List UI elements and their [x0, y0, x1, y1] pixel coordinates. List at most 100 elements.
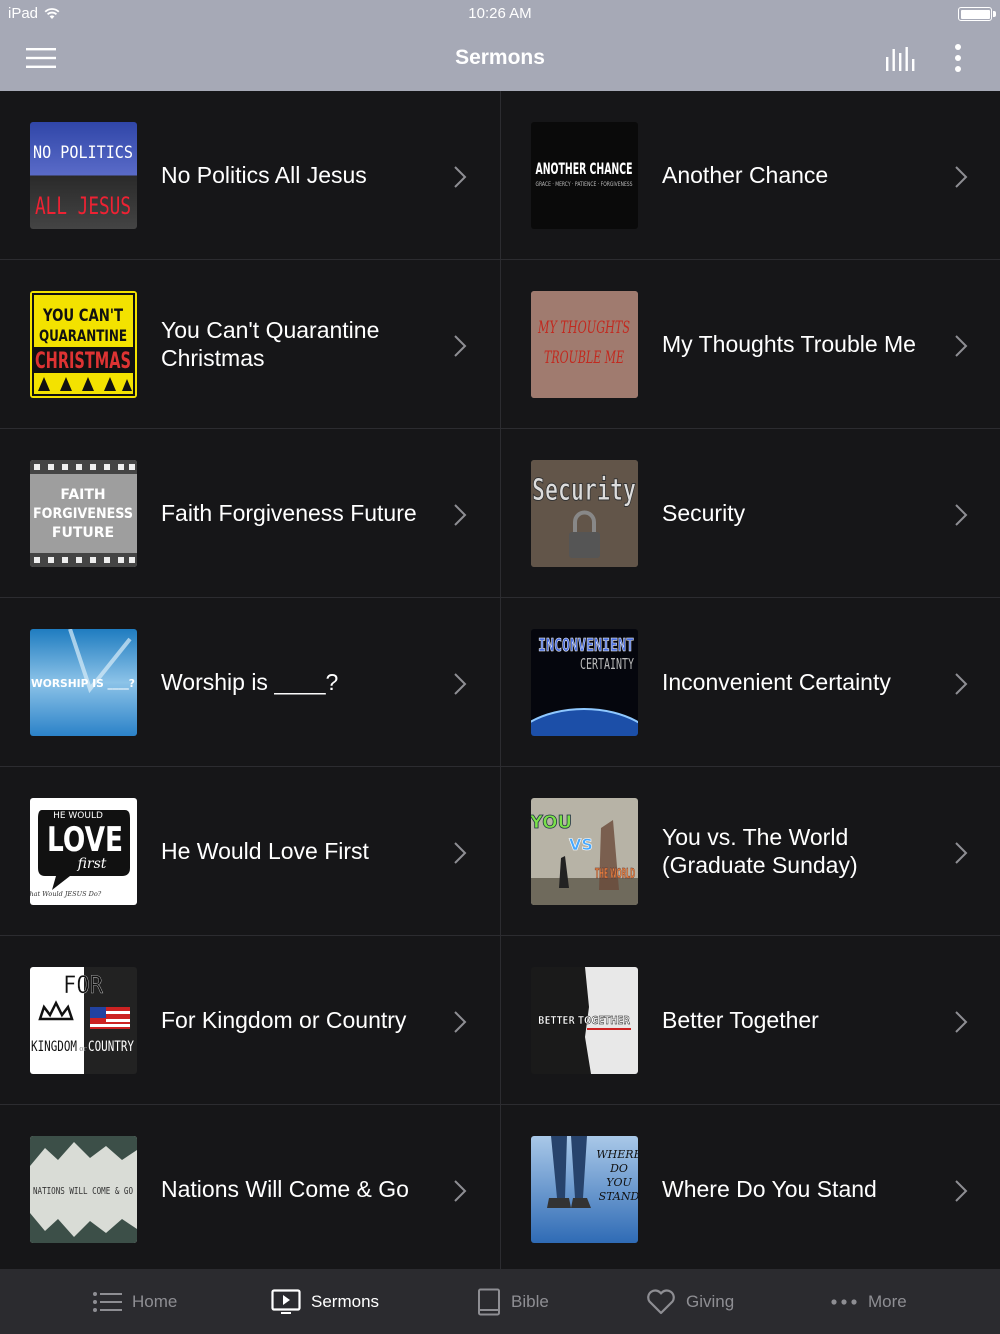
tab-bible[interactable]: Bible — [477, 1269, 549, 1334]
sermon-artwork: YOU VS THE WORLD — [531, 798, 638, 905]
more-options-button[interactable] — [946, 42, 970, 74]
vertical-dots-icon — [955, 44, 961, 72]
svg-text:WORSHIP IS ____?: WORSHIP IS ____? — [31, 677, 135, 690]
sermon-item[interactable]: Security Security — [501, 429, 1000, 598]
sermon-artwork: WORSHIP IS ____? — [30, 629, 137, 736]
svg-text:VS: VS — [569, 835, 593, 854]
sermon-item[interactable]: NATIONS WILL COME & GO Nations Will Come… — [0, 1105, 500, 1269]
sermon-item[interactable]: MY THOUGHTS TROUBLE ME My Thoughts Troub… — [501, 260, 1000, 429]
sermon-title: Security — [662, 500, 746, 526]
svg-text:Security: Security — [532, 473, 636, 508]
chevron-right-icon — [454, 842, 467, 864]
svg-text:LOVE: LOVE — [47, 820, 123, 860]
sermon-item[interactable]: WHERE DO YOU STAND Where Do You Stand — [501, 1105, 1000, 1269]
chevron-right-icon — [454, 504, 467, 526]
status-bar: iPad 10:26 AM — [0, 0, 1000, 26]
sermon-artwork: BETTER TOGETHER — [531, 967, 638, 1074]
svg-text:FORGIVENESS: FORGIVENESS — [33, 506, 133, 522]
sermon-item[interactable]: BETTER TOGETHER Better Together — [501, 936, 1000, 1105]
chevron-right-icon — [955, 166, 968, 188]
chevron-right-icon — [454, 1011, 467, 1033]
svg-text:NO POLITICS: NO POLITICS — [33, 143, 133, 163]
sermon-item[interactable]: HE WOULD LOVE first What Would JESUS Do?… — [0, 767, 500, 936]
tab-giving[interactable]: Giving — [646, 1269, 734, 1334]
tab-label: Giving — [686, 1291, 735, 1311]
ellipsis-icon — [831, 1298, 857, 1305]
chevron-right-icon — [955, 673, 968, 695]
sermon-title: For Kingdom or Country — [161, 1007, 407, 1033]
sermon-item[interactable]: WORSHIP IS ____? Worship is ____? — [0, 598, 500, 767]
tab-bar: Home Sermons Bible Giving More — [0, 1269, 1000, 1334]
sermon-title: You vs. The World (Graduate Sunday) — [662, 824, 858, 878]
chevron-right-icon — [454, 1180, 467, 1202]
svg-text:CHRISTMAS: CHRISTMAS — [35, 349, 131, 374]
svg-text:GRACE · MERCY · PATIENCE · FOR: GRACE · MERCY · PATIENCE · FORGIVENESS — [536, 181, 633, 188]
sermon-title: Nations Will Come & Go — [161, 1176, 409, 1202]
chevron-right-icon — [454, 673, 467, 695]
sermon-item[interactable]: FOR KINGDOM or COUNTRY For Kingdom or Co… — [0, 936, 500, 1105]
nav-bar: Sermons — [0, 26, 1000, 91]
sermon-title: Another Chance — [662, 162, 829, 188]
heart-icon — [647, 1288, 675, 1314]
tab-label: Sermons — [311, 1291, 380, 1311]
svg-text:YOU CAN'T: YOU CAN'T — [42, 306, 123, 326]
svg-text:or: or — [79, 1045, 87, 1053]
chevron-right-icon — [955, 1011, 968, 1033]
sermon-item[interactable]: INCONVENIENT CERTAINTY Inconvenient Cert… — [501, 598, 1000, 767]
svg-text:THE WORLD: THE WORLD — [595, 867, 635, 882]
sermon-artwork: FOR KINGDOM or COUNTRY — [30, 967, 137, 1074]
sermon-artwork: NO POLITICS ALL JESUS — [30, 122, 137, 229]
svg-text:FUTURE: FUTURE — [52, 525, 114, 541]
svg-text:NATIONS WILL COME & GO: NATIONS WILL COME & GO — [33, 1186, 133, 1197]
status-time: 10:26 AM — [468, 5, 532, 22]
svg-text:WHERE: WHERE — [596, 1148, 638, 1161]
svg-text:COUNTRY: COUNTRY — [88, 1039, 134, 1055]
book-icon — [478, 1288, 500, 1315]
chevron-right-icon — [955, 842, 968, 864]
play-screen-icon — [271, 1288, 301, 1314]
sermon-item[interactable]: YOU VS THE WORLD You vs. The World (Grad… — [501, 767, 1000, 936]
svg-text:YOU: YOU — [606, 1176, 632, 1189]
sermon-artwork: INCONVENIENT CERTAINTY — [531, 629, 638, 736]
audio-bars-icon — [886, 47, 915, 71]
list-icon — [93, 1291, 122, 1312]
sermon-title: He Would Love First — [161, 838, 369, 864]
svg-text:ANOTHER CHANCE: ANOTHER CHANCE — [536, 159, 633, 178]
audio-player-button[interactable] — [884, 45, 916, 73]
chevron-right-icon — [454, 166, 467, 188]
page-title: Sermons — [455, 46, 545, 69]
sermon-title: My Thoughts Trouble Me — [662, 331, 916, 357]
svg-text:BETTER TOGETHER: BETTER TOGETHER — [538, 1014, 630, 1027]
svg-text:KINGDOM: KINGDOM — [31, 1039, 77, 1055]
svg-text:first: first — [77, 856, 107, 872]
sermon-title: Better Together — [662, 1007, 819, 1033]
tab-sermons[interactable]: Sermons — [271, 1269, 379, 1334]
sermon-item[interactable]: FAITH FORGIVENESS FUTURE Faith Forgivene… — [0, 429, 500, 598]
sermon-item[interactable]: NO POLITICS ALL JESUS No Politics All Je… — [0, 91, 500, 260]
sermon-artwork: WHERE DO YOU STAND — [531, 1136, 638, 1243]
sermon-artwork: MY THOUGHTS TROUBLE ME — [531, 291, 638, 398]
chevron-right-icon — [955, 504, 968, 526]
tab-more[interactable]: More — [830, 1269, 907, 1334]
sermon-grid: NO POLITICS ALL JESUS No Politics All Je… — [0, 91, 1000, 1269]
sermon-item[interactable]: YOU CAN'T QUARANTINE CHRISTMAS You Can't… — [0, 260, 500, 429]
svg-text:QUARANTINE: QUARANTINE — [39, 326, 127, 345]
svg-text:DO: DO — [609, 1162, 628, 1175]
svg-text:CERTAINTY: CERTAINTY — [580, 655, 634, 673]
sermon-artwork: ANOTHER CHANCE GRACE · MERCY · PATIENCE … — [531, 122, 638, 229]
svg-text:What Would JESUS Do?: What Would JESUS Do? — [30, 890, 102, 898]
svg-text:MY THOUGHTS: MY THOUGHTS — [537, 318, 630, 338]
sermon-item[interactable]: ANOTHER CHANCE GRACE · MERCY · PATIENCE … — [501, 91, 1000, 260]
sermon-artwork: Security — [531, 460, 638, 567]
sermon-title: Inconvenient Certainty — [662, 669, 891, 695]
sermon-title: Faith Forgiveness Future — [161, 500, 417, 526]
chevron-right-icon — [955, 335, 968, 357]
sermon-title: Worship is ____? — [161, 669, 339, 695]
battery-icon — [958, 7, 996, 21]
tab-label: More — [868, 1291, 907, 1311]
tab-home[interactable]: Home — [92, 1269, 177, 1334]
sermon-title: No Politics All Jesus — [161, 162, 367, 188]
sermon-title: Where Do You Stand — [662, 1176, 877, 1202]
svg-text:TROUBLE ME: TROUBLE ME — [544, 348, 624, 368]
sermon-title: You Can't Quarantine Christmas — [161, 317, 380, 371]
